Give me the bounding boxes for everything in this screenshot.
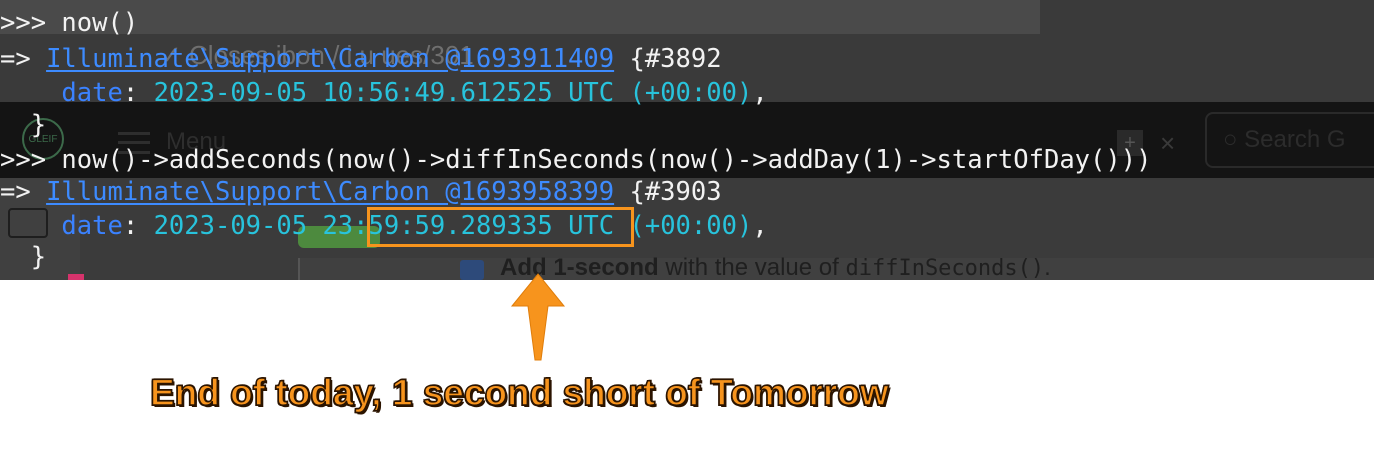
terminal-line-2: => Illuminate\Support\Carbon @1693911409…: [0, 44, 722, 74]
carbon-class-link[interactable]: Illuminate\Support\Carbon @1693958399: [46, 177, 614, 207]
carbon-class-link[interactable]: Illuminate\Support\Carbon @1693911409: [46, 44, 614, 74]
terminal-line-1: >>> now(): [0, 8, 139, 38]
terminal-line-5: >>> now()->addSeconds(now()->diffInSecon…: [0, 145, 1152, 175]
terminal-line-4: }: [30, 110, 47, 140]
terminal-line-6: => Illuminate\Support\Carbon @1693958399…: [0, 177, 722, 207]
timestamp-highlight-box: [367, 207, 634, 247]
terminal-output: >>> now() => Illuminate\Support\Carbon @…: [0, 0, 1374, 280]
annotation-caption: End of today, 1 second short of Tomorrow: [149, 371, 889, 414]
terminal-line-3: date: 2023-09-05 10:56:49.612525 UTC (+0…: [61, 78, 768, 108]
terminal-line-8: }: [30, 242, 47, 272]
annotation-arrow-icon: [510, 273, 566, 361]
